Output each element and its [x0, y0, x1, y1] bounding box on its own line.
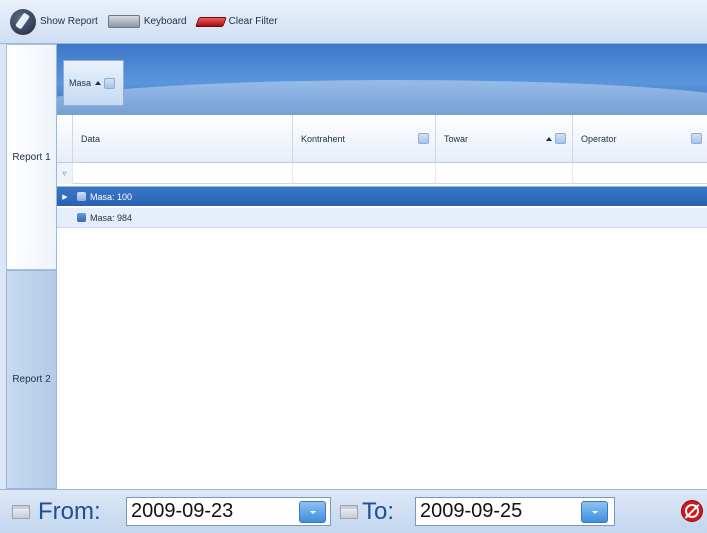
calendar-icon: [340, 505, 358, 519]
group-row-label: Masa: 984: [90, 212, 133, 223]
filter-dropdown-icon[interactable]: [418, 133, 429, 144]
from-date-value: 2009-09-23: [131, 500, 234, 522]
group-rows: ▶ Masa: 100 Masa: 984: [57, 186, 707, 228]
chevron-down-icon: [591, 510, 598, 514]
clear-filter-label: Clear Filter: [228, 16, 278, 27]
column-header-operator[interactable]: Operator: [573, 115, 707, 163]
filter-cell-operator[interactable]: [573, 163, 707, 184]
tab-label: Report 1: [12, 151, 51, 163]
filter-cell-kontrahent[interactable]: [293, 163, 436, 184]
clear-filter-button[interactable]: Clear Filter: [194, 7, 278, 37]
calendar-icon: [12, 505, 30, 519]
expand-group-icon[interactable]: [77, 213, 86, 222]
column-header-row: Data Kontrahent Towar Operator: [57, 115, 707, 163]
report-grid: Masa Data Kontrahent Towar Operator ▿ ▶ …: [56, 44, 707, 489]
date-range-bar: From: 2009-09-23 To: 2009-09-25: [0, 489, 707, 533]
column-header-data[interactable]: Data: [73, 115, 293, 163]
column-label: Operator: [581, 134, 617, 144]
column-label: Data: [81, 134, 101, 144]
report-pen-icon: [10, 8, 36, 35]
tab-report-1[interactable]: Report 1: [6, 44, 56, 270]
tab-label: Report 2: [12, 374, 51, 385]
filter-dropdown-icon[interactable]: [555, 133, 566, 144]
group-row[interactable]: ▶ Masa: 100: [57, 186, 707, 206]
cancel-icon[interactable]: [681, 500, 703, 522]
keyboard-icon: [107, 15, 140, 28]
row-indicator-header: [57, 115, 73, 163]
auto-filter-row: ▿: [57, 163, 707, 184]
toolbar: Show Report Keyboard Clear Filter: [0, 0, 707, 44]
from-label: From:: [38, 498, 101, 525]
column-label: Kontrahent: [301, 134, 346, 144]
column-header-towar[interactable]: Towar: [436, 115, 573, 163]
filter-dropdown-icon[interactable]: [104, 77, 116, 89]
group-column-label: Masa: [69, 78, 92, 88]
to-label: To:: [362, 498, 395, 525]
filter-cell-data[interactable]: [73, 163, 293, 184]
show-report-button[interactable]: Show Report: [10, 7, 98, 37]
keyboard-label: Keyboard: [143, 16, 187, 27]
report-tab-strip: Report 1 Report 2: [0, 44, 56, 489]
to-date-dropdown-button[interactable]: [581, 501, 608, 523]
expand-group-icon[interactable]: [77, 192, 86, 201]
filter-cell-towar[interactable]: [436, 163, 573, 184]
group-row[interactable]: Masa: 984: [57, 208, 707, 228]
sort-ascending-icon: [95, 81, 102, 85]
group-by-panel: Masa: [57, 44, 707, 115]
group-column-chip[interactable]: Masa: [63, 60, 124, 106]
sort-ascending-icon: [546, 136, 552, 141]
filter-funnel-icon: ▿: [57, 163, 73, 184]
row-focus-icon: ▶: [62, 193, 68, 201]
group-row-label: Masa: 100: [90, 191, 133, 202]
keyboard-button[interactable]: Keyboard: [107, 7, 187, 37]
from-date-dropdown-button[interactable]: [299, 501, 326, 523]
column-header-kontrahent[interactable]: Kontrahent: [293, 115, 436, 163]
column-label: Towar: [444, 134, 469, 144]
eraser-icon: [194, 16, 227, 27]
chevron-down-icon: [309, 510, 316, 514]
to-date-value: 2009-09-25: [420, 500, 523, 522]
show-report-label: Show Report: [40, 16, 98, 27]
panel-decoration: [57, 80, 707, 115]
filter-dropdown-icon[interactable]: [691, 133, 702, 144]
tab-report-2[interactable]: Report 2: [6, 270, 56, 489]
